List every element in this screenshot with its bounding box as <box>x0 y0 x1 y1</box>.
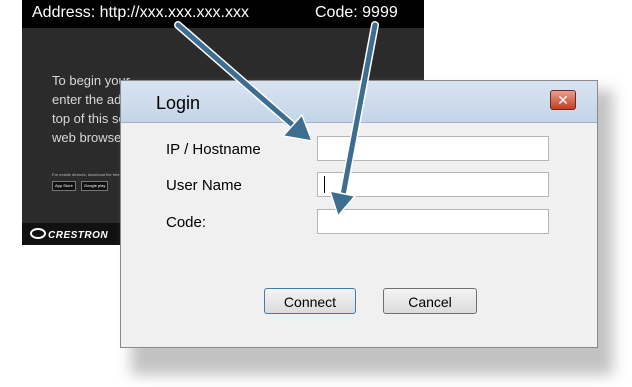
google-play-badge[interactable]: Google play <box>81 181 109 191</box>
hostname-label: IP / Hostname <box>166 141 261 158</box>
code-input[interactable] <box>317 209 549 234</box>
close-button[interactable]: ✕ <box>550 90 576 110</box>
cancel-button[interactable]: Cancel <box>383 288 477 314</box>
username-label: User Name <box>166 177 242 194</box>
app-store-badge[interactable]: App Store <box>52 181 76 191</box>
screen-header: Address: http://xxx.xxx.xxx.xxx Code: 99… <box>22 0 424 28</box>
connect-button[interactable]: Connect <box>264 288 356 314</box>
text-caret <box>324 176 325 193</box>
login-dialog: Login ✕ IP / Hostname User Name Code: Co… <box>120 80 598 348</box>
address-text: Address: http://xxx.xxx.xxx.xxx <box>32 4 249 21</box>
mobile-note: For mobile devices, download the free <box>52 172 120 177</box>
dialog-titlebar[interactable]: Login ✕ <box>121 81 597 123</box>
code-text: Code: 9999 <box>315 4 398 21</box>
username-input[interactable] <box>317 172 549 197</box>
code-label: Code: <box>166 214 207 231</box>
close-icon: ✕ <box>557 92 569 108</box>
crestron-logo-text: CRESTRON <box>48 230 109 241</box>
crestron-ring-icon <box>30 228 46 239</box>
dialog-title: Login <box>156 93 201 113</box>
crestron-logo: CRESTRON <box>30 228 108 241</box>
hostname-input[interactable] <box>317 136 549 161</box>
